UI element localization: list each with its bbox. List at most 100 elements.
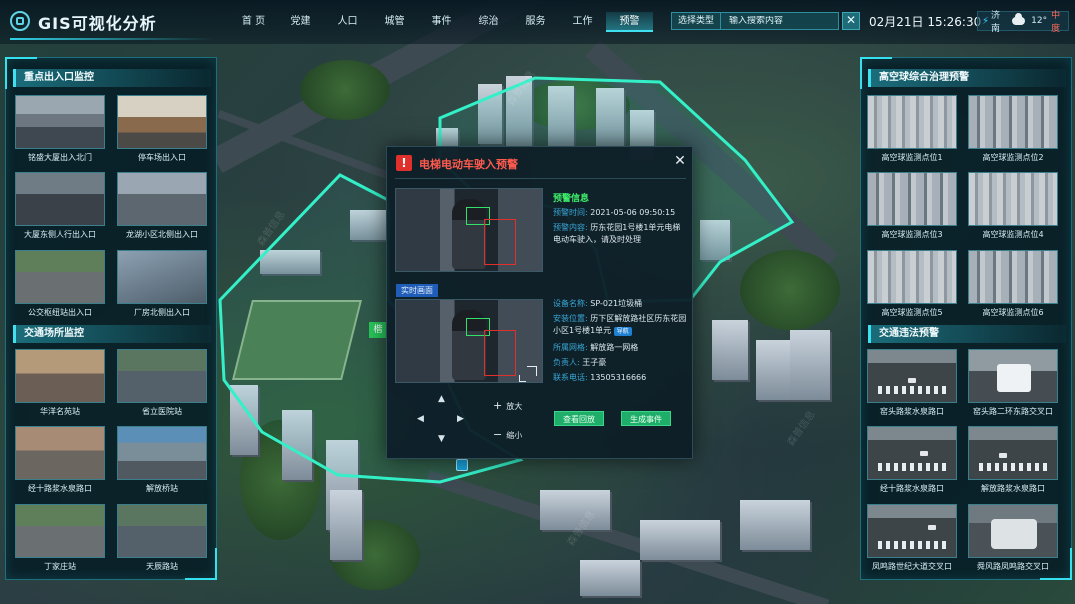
map-marker-label[interactable]: 楷 bbox=[369, 322, 387, 338]
zoom-in-button[interactable]: + 放大 bbox=[493, 399, 522, 412]
camera-thumbnail[interactable] bbox=[15, 349, 105, 403]
camera-thumbnail[interactable] bbox=[968, 349, 1058, 403]
camera-tile[interactable]: 高空球监测点位3 bbox=[867, 172, 957, 240]
camera-thumbnail[interactable] bbox=[867, 250, 957, 304]
ptz-right-icon[interactable]: ▶ bbox=[457, 414, 464, 424]
camera-thumbnail[interactable] bbox=[117, 250, 207, 304]
alert-snapshot-image[interactable] bbox=[395, 188, 543, 272]
camera-thumbnail[interactable] bbox=[117, 95, 207, 149]
camera-tile[interactable]: 华洋名苑站 bbox=[15, 349, 105, 417]
zoom-out-button[interactable]: − 缩小 bbox=[493, 428, 522, 441]
camera-tile[interactable]: 窑头路二环东路交叉口 bbox=[968, 349, 1058, 417]
camera-thumbnail[interactable] bbox=[867, 95, 957, 149]
camera-tile[interactable]: 高空球监测点位1 bbox=[867, 95, 957, 163]
camera-thumbnail[interactable] bbox=[968, 172, 1058, 226]
search-input[interactable] bbox=[721, 16, 822, 26]
camera-label: 铭盛大厦出入北门 bbox=[28, 153, 92, 162]
camera-label: 大厦东侧人行出入口 bbox=[24, 230, 96, 239]
nav-item-services[interactable]: 服务 bbox=[512, 12, 559, 32]
camera-tile[interactable]: 大厦东侧人行出入口 bbox=[15, 172, 105, 240]
camera-thumbnail[interactable] bbox=[15, 504, 105, 558]
nav-item-events[interactable]: 事件 bbox=[418, 12, 465, 32]
grid-key: 所属网格: bbox=[553, 343, 588, 352]
camera-label: 高空球监测点位1 bbox=[881, 153, 943, 162]
location-key: 安装位置: bbox=[553, 314, 588, 323]
close-icon[interactable]: ✕ bbox=[842, 12, 860, 30]
section-title-traffic-violation-warning: 交通违法预警 bbox=[868, 325, 1066, 343]
camera-thumbnail[interactable] bbox=[867, 504, 957, 558]
cloud-icon bbox=[1011, 13, 1026, 25]
nav-item-population[interactable]: 人口 bbox=[324, 12, 371, 32]
fullscreen-icon[interactable] bbox=[519, 366, 537, 382]
camera-tile[interactable]: 丁家庄站 bbox=[15, 504, 105, 572]
camera-thumbnail[interactable] bbox=[867, 349, 957, 403]
camera-thumbnail[interactable] bbox=[968, 504, 1058, 558]
camera-tile[interactable]: 窑头路浆水泉路口 bbox=[867, 349, 957, 417]
camera-label: 解放路浆水泉路口 bbox=[981, 484, 1045, 493]
camera-thumbnail[interactable] bbox=[968, 426, 1058, 480]
device-name-key: 设备名称: bbox=[553, 299, 588, 308]
camera-thumbnail[interactable] bbox=[968, 95, 1058, 149]
weather-temp: 12° bbox=[1031, 16, 1048, 26]
camera-tile[interactable]: 公交枢纽站出入口 bbox=[15, 250, 105, 318]
create-event-button[interactable]: 生成事件 bbox=[621, 411, 671, 426]
nav-item-work[interactable]: 工作 bbox=[559, 12, 606, 32]
zoom-out-label: 缩小 bbox=[506, 431, 523, 440]
camera-thumbnail[interactable] bbox=[867, 426, 957, 480]
nav-item-home[interactable]: 首 页 bbox=[230, 12, 277, 32]
camera-tile[interactable]: 解放桥站 bbox=[117, 426, 207, 494]
camera-tile[interactable]: 省立医院站 bbox=[117, 349, 207, 417]
camera-tile[interactable]: 厂房北侧出入口 bbox=[117, 250, 207, 318]
object-detection-box bbox=[484, 330, 516, 376]
nav-item-governance[interactable]: 综治 bbox=[465, 12, 512, 32]
phone-value: 13505316666 bbox=[590, 373, 647, 382]
camera-tile[interactable]: 高空球监测点位6 bbox=[968, 250, 1058, 318]
camera-tile[interactable]: 高空球监测点位5 bbox=[867, 250, 957, 318]
car-marker bbox=[999, 453, 1007, 458]
camera-tile[interactable]: 铭盛大厦出入北门 bbox=[15, 95, 105, 163]
camera-thumbnail[interactable] bbox=[117, 172, 207, 226]
search-type-select[interactable]: 选择类型 bbox=[672, 13, 722, 29]
ptz-up-icon[interactable]: ▲ bbox=[438, 394, 445, 404]
camera-thumbnail[interactable] bbox=[15, 95, 105, 149]
camera-label: 停车场出入口 bbox=[138, 153, 186, 162]
alert-content-key: 预警内容: bbox=[553, 223, 588, 232]
nav-item-city-management[interactable]: 城管 bbox=[371, 12, 418, 32]
camera-thumbnail[interactable] bbox=[867, 172, 957, 226]
device-name-value: SP-021垃圾桶 bbox=[590, 299, 643, 308]
camera-tile[interactable]: 凤鸣路世纪大道交叉口 bbox=[867, 504, 957, 572]
ptz-left-icon[interactable]: ◀ bbox=[417, 414, 424, 424]
camera-thumbnail[interactable] bbox=[117, 504, 207, 558]
close-icon[interactable]: ✕ bbox=[673, 154, 687, 168]
owner-row: 负责人: 王子豪 bbox=[553, 357, 688, 369]
camera-thumbnail[interactable] bbox=[15, 172, 105, 226]
camera-label: 华洋名苑站 bbox=[40, 407, 80, 416]
camera-thumbnail[interactable] bbox=[15, 250, 105, 304]
alert-time-row: 预警时间: 2021-05-06 09:50:15 bbox=[553, 207, 688, 219]
nav-item-party[interactable]: 党建 bbox=[277, 12, 324, 32]
camera-thumbnail[interactable] bbox=[968, 250, 1058, 304]
camera-thumbnail[interactable] bbox=[15, 426, 105, 480]
ptz-down-icon[interactable]: ▼ bbox=[438, 434, 445, 444]
camera-label: 公交枢纽站出入口 bbox=[28, 308, 92, 317]
camera-tile[interactable]: 龙湖小区北侧出入口 bbox=[117, 172, 207, 240]
camera-label: 高空球监测点位3 bbox=[881, 230, 943, 239]
owner-key: 负责人: bbox=[553, 358, 580, 367]
map-camera-marker-icon[interactable] bbox=[456, 459, 468, 471]
camera-thumbnail[interactable] bbox=[117, 426, 207, 480]
live-video-feed[interactable] bbox=[395, 299, 543, 383]
camera-tile[interactable]: 舜风路凤鸣路交叉口 bbox=[968, 504, 1058, 572]
camera-tile[interactable]: 停车场出入口 bbox=[117, 95, 207, 163]
camera-tile[interactable]: 解放路浆水泉路口 bbox=[968, 426, 1058, 494]
camera-tile[interactable]: 高空球监测点位4 bbox=[968, 172, 1058, 240]
grid-value: 解放路一网格 bbox=[590, 343, 639, 352]
camera-tile[interactable]: 高空球监测点位2 bbox=[968, 95, 1058, 163]
view-playback-button[interactable]: 查看回放 bbox=[554, 411, 604, 426]
camera-thumbnail[interactable] bbox=[117, 349, 207, 403]
car-marker bbox=[928, 525, 936, 530]
camera-tile[interactable]: 天辰路站 bbox=[117, 504, 207, 572]
navigate-tag[interactable]: 导航 bbox=[613, 327, 632, 336]
nav-item-warning[interactable]: 预警 bbox=[606, 12, 653, 32]
camera-tile[interactable]: 经十路浆水泉路口 bbox=[15, 426, 105, 494]
camera-tile[interactable]: 经十路浆水泉路口 bbox=[867, 426, 957, 494]
